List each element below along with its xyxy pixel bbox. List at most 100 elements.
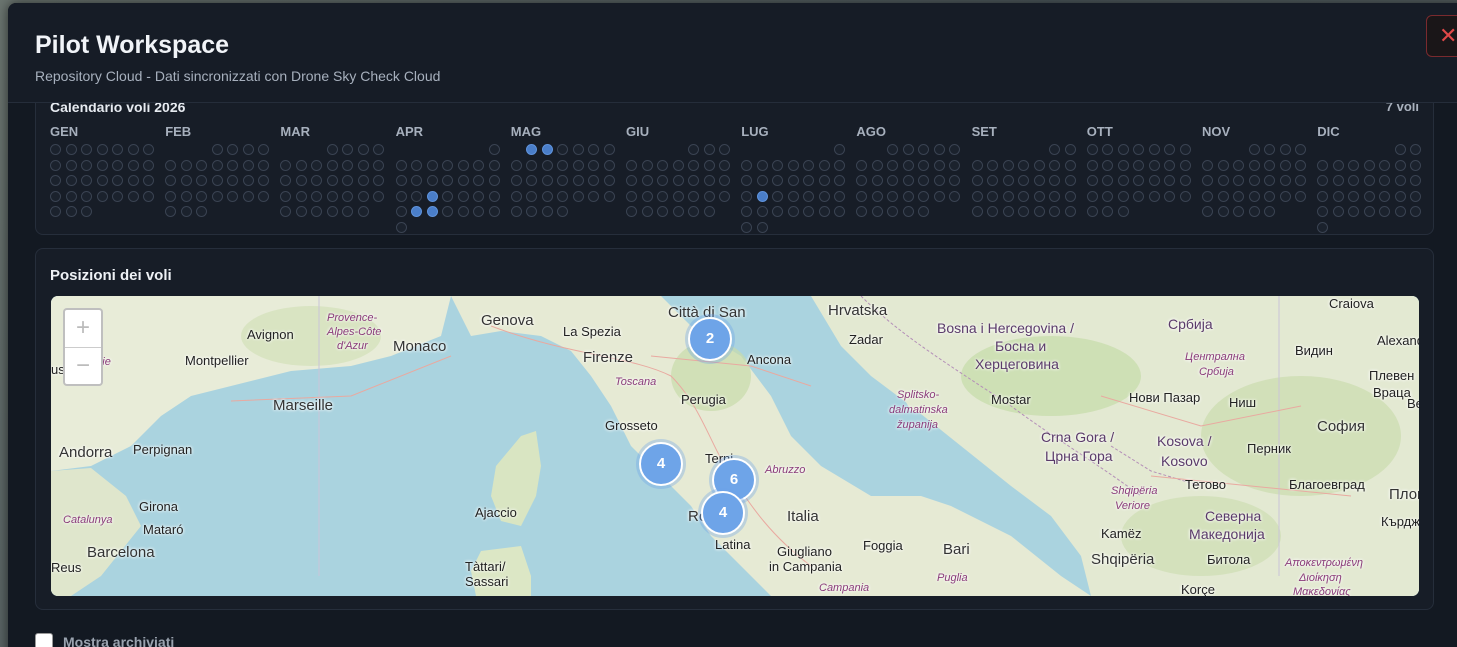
- calendar-day[interactable]: [526, 190, 538, 202]
- calendar-day[interactable]: [971, 175, 983, 186]
- calendar-day[interactable]: [588, 159, 600, 171]
- calendar-day[interactable]: [165, 159, 177, 171]
- calendar-day[interactable]: [510, 175, 522, 186]
- calendar-day[interactable]: [1379, 190, 1391, 202]
- calendar-day[interactable]: [1217, 159, 1229, 171]
- calendar-day[interactable]: [688, 206, 699, 217]
- calendar-day[interactable]: [1002, 206, 1014, 217]
- calendar-day[interactable]: [871, 190, 883, 202]
- calendar-day[interactable]: [1033, 206, 1045, 217]
- calendar-day[interactable]: [473, 206, 485, 217]
- calendar-day[interactable]: [787, 206, 799, 217]
- calendar-day[interactable]: [1248, 159, 1260, 171]
- calendar-day[interactable]: [1018, 190, 1030, 202]
- calendar-day[interactable]: [1348, 159, 1360, 171]
- calendar-day[interactable]: [741, 221, 753, 233]
- calendar-day[interactable]: [588, 144, 600, 155]
- calendar-day[interactable]: [918, 206, 930, 217]
- calendar-day[interactable]: [112, 175, 123, 186]
- calendar-day[interactable]: [1133, 175, 1145, 186]
- calendar-day[interactable]: [672, 175, 684, 186]
- calendar-day[interactable]: [1018, 159, 1030, 171]
- calendar-day[interactable]: [65, 190, 77, 202]
- calendar-day[interactable]: [1086, 144, 1098, 155]
- calendar-day[interactable]: [127, 190, 139, 202]
- calendar-day[interactable]: [902, 159, 914, 171]
- calendar-day[interactable]: [342, 144, 354, 155]
- calendar-day[interactable]: [1164, 175, 1176, 186]
- calendar-day[interactable]: [488, 175, 500, 186]
- calendar-day[interactable]: [887, 144, 899, 155]
- calendar-day[interactable]: [987, 159, 999, 171]
- calendar-day[interactable]: [949, 159, 961, 171]
- calendar-day[interactable]: [1086, 159, 1098, 171]
- calendar-day[interactable]: [1348, 175, 1360, 186]
- calendar-day[interactable]: [1248, 144, 1260, 155]
- calendar-day[interactable]: [803, 206, 815, 217]
- calendar-day[interactable]: [112, 159, 123, 171]
- calendar-day[interactable]: [657, 159, 668, 171]
- calendar-day[interactable]: [1064, 206, 1076, 217]
- calendar-day[interactable]: [65, 206, 77, 217]
- calendar-day[interactable]: [50, 190, 61, 202]
- calendar-day[interactable]: [987, 175, 999, 186]
- calendar-day[interactable]: [211, 190, 223, 202]
- calendar-day[interactable]: [1049, 175, 1061, 186]
- calendar-day[interactable]: [772, 159, 784, 171]
- calendar-day[interactable]: [112, 190, 123, 202]
- calendar-day[interactable]: [227, 175, 239, 186]
- calendar-day[interactable]: [1264, 190, 1275, 202]
- calendar-day[interactable]: [411, 190, 423, 202]
- calendar-day[interactable]: [557, 144, 569, 155]
- calendar-day[interactable]: [541, 206, 553, 217]
- calendar-day[interactable]: [603, 144, 615, 155]
- calendar-day[interactable]: [1379, 175, 1391, 186]
- calendar-day[interactable]: [1148, 144, 1160, 155]
- calendar-day[interactable]: [1217, 175, 1229, 186]
- calendar-day[interactable]: [949, 175, 961, 186]
- calendar-day[interactable]: [572, 144, 584, 155]
- calendar-day[interactable]: [165, 175, 177, 186]
- calendar-day[interactable]: [442, 190, 454, 202]
- calendar-day[interactable]: [1332, 190, 1344, 202]
- calendar-day[interactable]: [1049, 159, 1061, 171]
- calendar-day[interactable]: [457, 190, 469, 202]
- calendar-day[interactable]: [856, 190, 868, 202]
- calendar-day[interactable]: [1033, 159, 1045, 171]
- calendar-day[interactable]: [902, 144, 914, 155]
- calendar-day[interactable]: [871, 159, 883, 171]
- calendar-day[interactable]: [803, 175, 815, 186]
- calendar-day[interactable]: [373, 175, 385, 186]
- calendar-day[interactable]: [1233, 190, 1244, 202]
- calendar-day[interactable]: [180, 206, 192, 217]
- calendar-day[interactable]: [971, 206, 983, 217]
- calendar-day[interactable]: [834, 159, 846, 171]
- calendar-day[interactable]: [787, 159, 799, 171]
- calendar-day[interactable]: [803, 159, 815, 171]
- calendar-day[interactable]: [457, 159, 469, 171]
- calendar-day[interactable]: [626, 159, 637, 171]
- calendar-day[interactable]: [295, 206, 307, 217]
- calendar-day[interactable]: [488, 190, 500, 202]
- calendar-day[interactable]: [81, 206, 92, 217]
- calendar-day[interactable]: [196, 206, 208, 217]
- calendar-day[interactable]: [772, 206, 784, 217]
- calendar-day[interactable]: [1018, 206, 1030, 217]
- calendar-day[interactable]: [395, 175, 407, 186]
- calendar-day[interactable]: [1064, 175, 1076, 186]
- calendar-day[interactable]: [818, 190, 830, 202]
- calendar-day[interactable]: [541, 159, 553, 171]
- calendar-day[interactable]: [258, 144, 270, 155]
- calendar-day[interactable]: [342, 190, 354, 202]
- calendar-day[interactable]: [211, 175, 223, 186]
- calendar-day[interactable]: [1363, 190, 1375, 202]
- calendar-day[interactable]: [887, 206, 899, 217]
- calendar-day[interactable]: [81, 144, 92, 155]
- calendar-day[interactable]: [426, 159, 438, 171]
- calendar-day[interactable]: [357, 175, 369, 186]
- calendar-day-flight[interactable]: [526, 144, 538, 155]
- calendar-day[interactable]: [526, 175, 538, 186]
- calendar-day[interactable]: [81, 190, 92, 202]
- calendar-day[interactable]: [1233, 175, 1244, 186]
- calendar-day[interactable]: [902, 190, 914, 202]
